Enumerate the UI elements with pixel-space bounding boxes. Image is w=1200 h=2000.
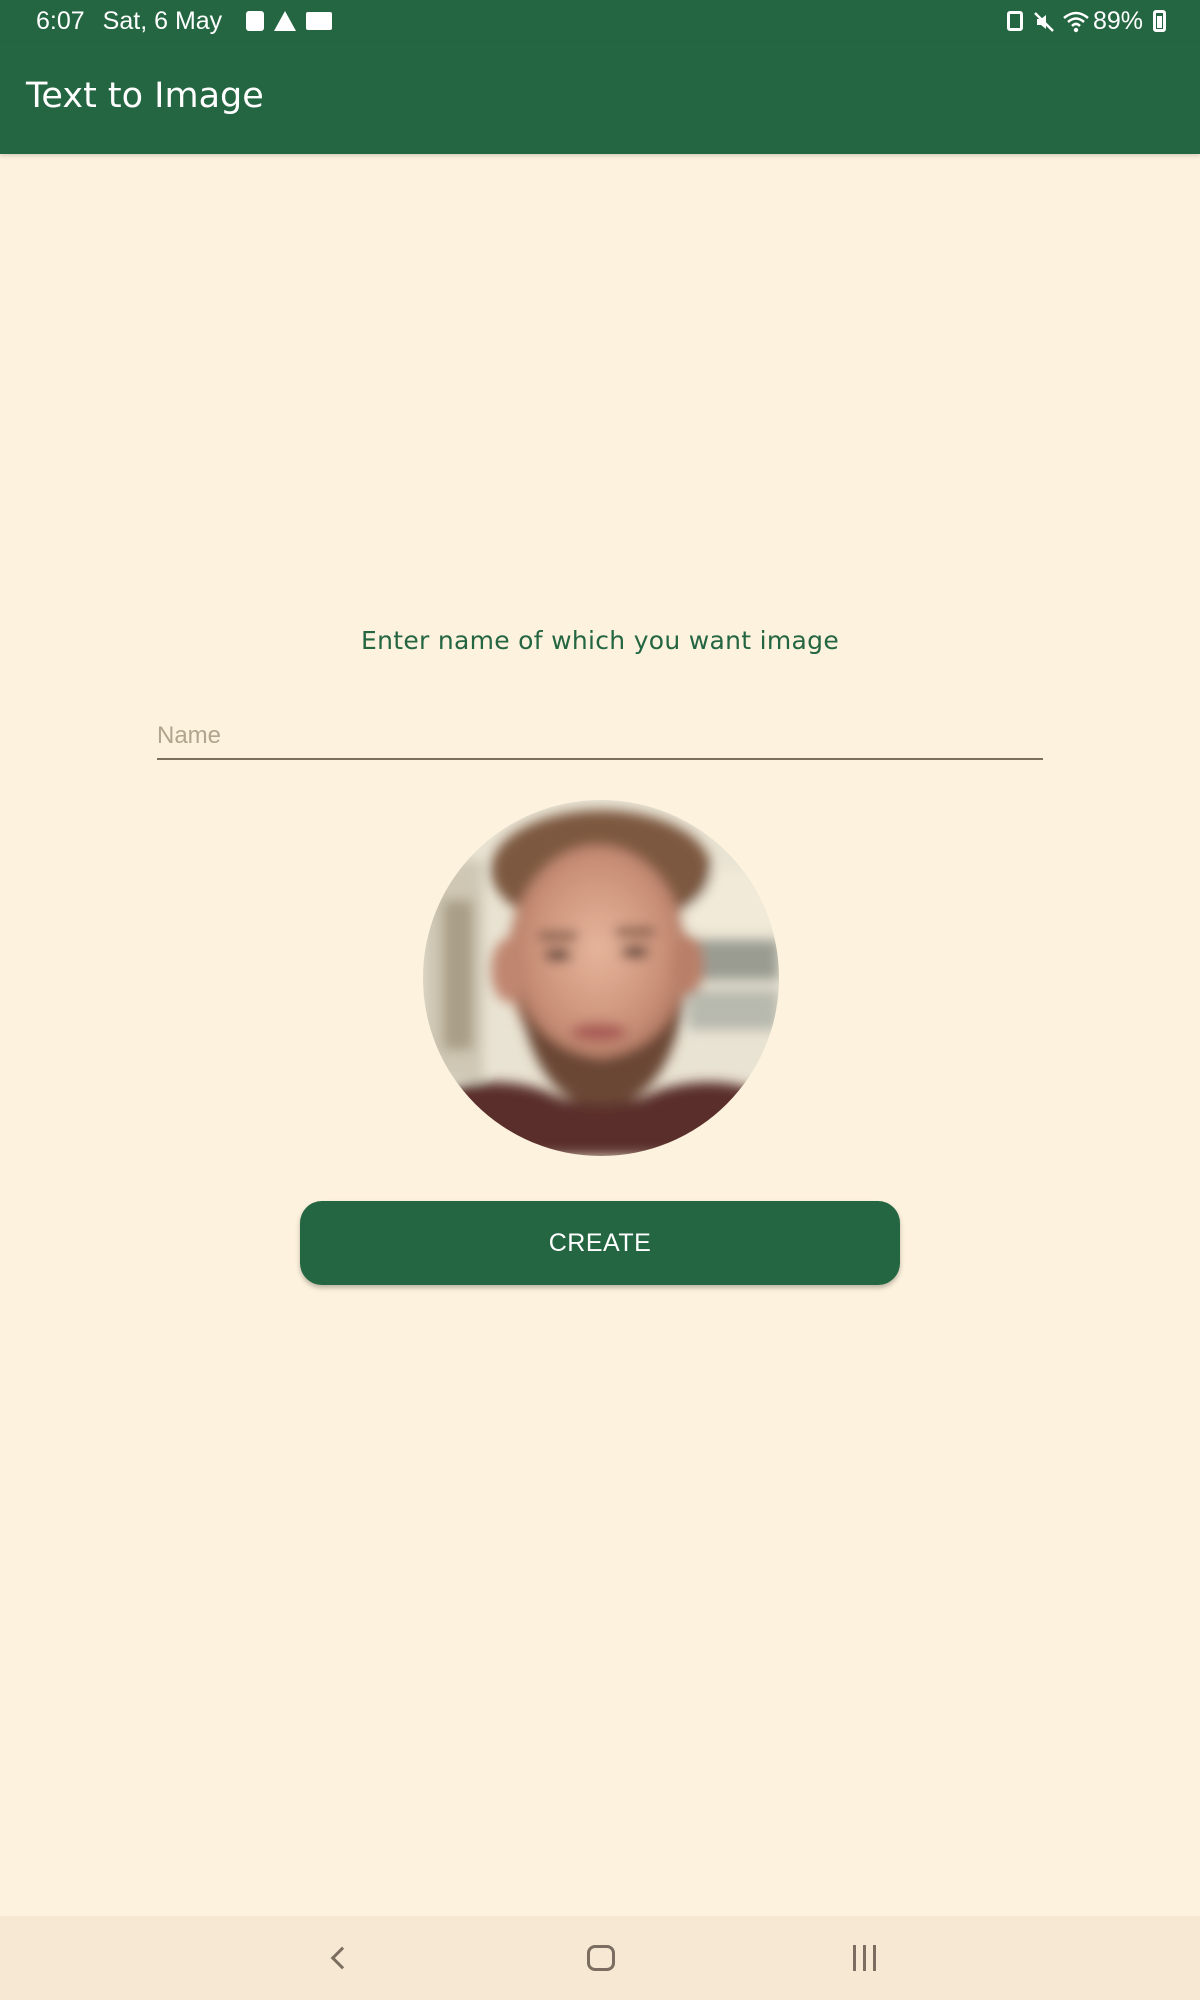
recent-apps-icon [852,1945,876,1971]
warning-icon [274,11,297,31]
outlook-icon [306,12,333,30]
note-icon [246,11,265,31]
app-title: Text to Image [26,76,264,116]
status-date: Sat, 6 May [102,6,223,35]
home-icon [587,1945,615,1971]
prompt-label: Enter name of which you want image [360,626,840,655]
battery-percent: 89% [1092,6,1143,35]
status-bar: 6:07 Sat, 6 May 89% [0,0,1200,42]
navigation-bar [0,1916,1200,2000]
status-left: 6:07 Sat, 6 May [36,0,333,42]
back-icon [330,1946,354,1970]
battery-icon [1153,10,1166,32]
home-button[interactable] [561,1916,641,2000]
name-input[interactable] [157,718,1043,760]
shield-icon [1006,11,1023,31]
notification-icons [246,11,333,31]
mute-icon [1033,11,1054,32]
status-right: 89% [1006,0,1166,42]
avatar-photo [423,800,779,1156]
app-bar: Text to Image [0,42,1200,154]
create-button[interactable]: CREATE [300,1201,900,1285]
wifi-icon [1063,11,1089,33]
back-button[interactable] [298,1916,378,2000]
recent-apps-button[interactable] [824,1916,904,2000]
status-time: 6:07 [36,6,85,35]
generated-image [423,800,779,1156]
